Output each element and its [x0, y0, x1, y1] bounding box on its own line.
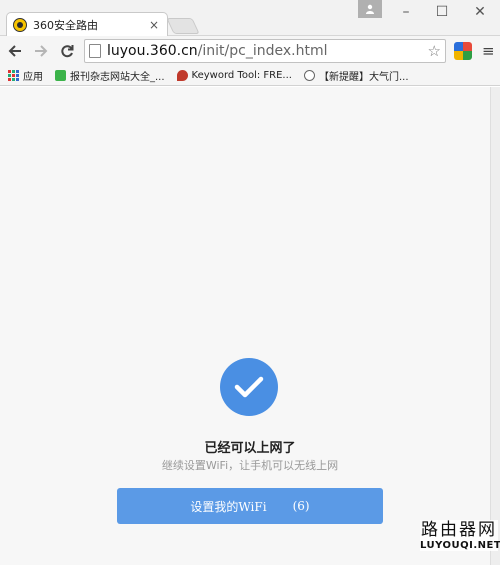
forward-arrow-icon[interactable]	[30, 40, 52, 62]
minimize-button[interactable]: –	[388, 0, 424, 24]
browser-tab[interactable]: 360安全路由 ×	[6, 12, 168, 36]
url-host: luyou.360.cn	[107, 43, 198, 59]
green-c-icon	[55, 70, 66, 81]
back-arrow-icon[interactable]	[4, 40, 26, 62]
apps-grid-icon	[8, 70, 19, 81]
bookmark-item[interactable]: Keyword Tool: FRE...	[176, 70, 292, 81]
check-icon	[220, 358, 278, 416]
watermark: 路由器网 LUYOUQI.NET	[420, 520, 500, 551]
countdown-badge: (6)	[292, 499, 310, 513]
user-icon[interactable]	[358, 0, 382, 18]
reload-icon[interactable]	[56, 40, 78, 62]
bookmark-apps[interactable]: 应用	[8, 68, 43, 83]
star-icon[interactable]: ☆	[428, 42, 441, 60]
menu-icon[interactable]: ≡	[482, 42, 495, 60]
close-window-button[interactable]: ✕	[462, 0, 498, 24]
bookmark-label: Keyword Tool: FRE...	[191, 70, 292, 81]
bookmark-item[interactable]: 【新提醒】大气门...	[303, 68, 409, 83]
bookmark-item[interactable]: 报刊杂志网站大全_...	[55, 68, 165, 83]
title-bar: 360安全路由 × – ☐ ✕	[0, 0, 500, 36]
bookmark-label: 【新提醒】大气门...	[318, 72, 409, 83]
address-bar[interactable]: luyou.360.cn/init/pc_index.html ☆	[84, 39, 446, 63]
keyword-tool-icon	[176, 70, 188, 81]
maximize-button[interactable]: ☐	[424, 0, 460, 24]
page-icon	[89, 44, 101, 58]
setup-wifi-label: 设置我的WiFi	[190, 499, 267, 514]
tab-title: 360安全路由	[33, 18, 98, 32]
browser-toolbar: luyou.360.cn/init/pc_index.html ☆ ≡	[0, 36, 500, 66]
tab-close-icon[interactable]: ×	[147, 18, 161, 32]
extension-icon[interactable]	[454, 42, 472, 60]
wordpress-icon	[303, 70, 315, 81]
watermark-chinese: 路由器网	[421, 520, 497, 540]
page-title: 已经可以上网了	[204, 441, 296, 456]
bookmark-label: 应用	[23, 72, 43, 83]
bookmarks-bar: 应用 报刊杂志网站大全_... Keyword Tool: FRE... 【新提…	[0, 66, 500, 86]
360-favicon-icon	[13, 17, 27, 32]
setup-wifi-button[interactable]: 设置我的WiFi (6)	[117, 488, 383, 524]
watermark-english: LUYOUQI.NET	[420, 540, 500, 551]
new-tab-button[interactable]	[166, 18, 200, 34]
url-path: /init/pc_index.html	[197, 43, 328, 59]
bookmark-label: 报刊杂志网站大全_...	[70, 72, 165, 83]
scrollbar[interactable]	[490, 87, 500, 565]
page-subtitle: 继续设置WiFi，让手机可以无线上网	[161, 459, 339, 472]
url-text: luyou.360.cn/init/pc_index.html	[107, 43, 428, 59]
